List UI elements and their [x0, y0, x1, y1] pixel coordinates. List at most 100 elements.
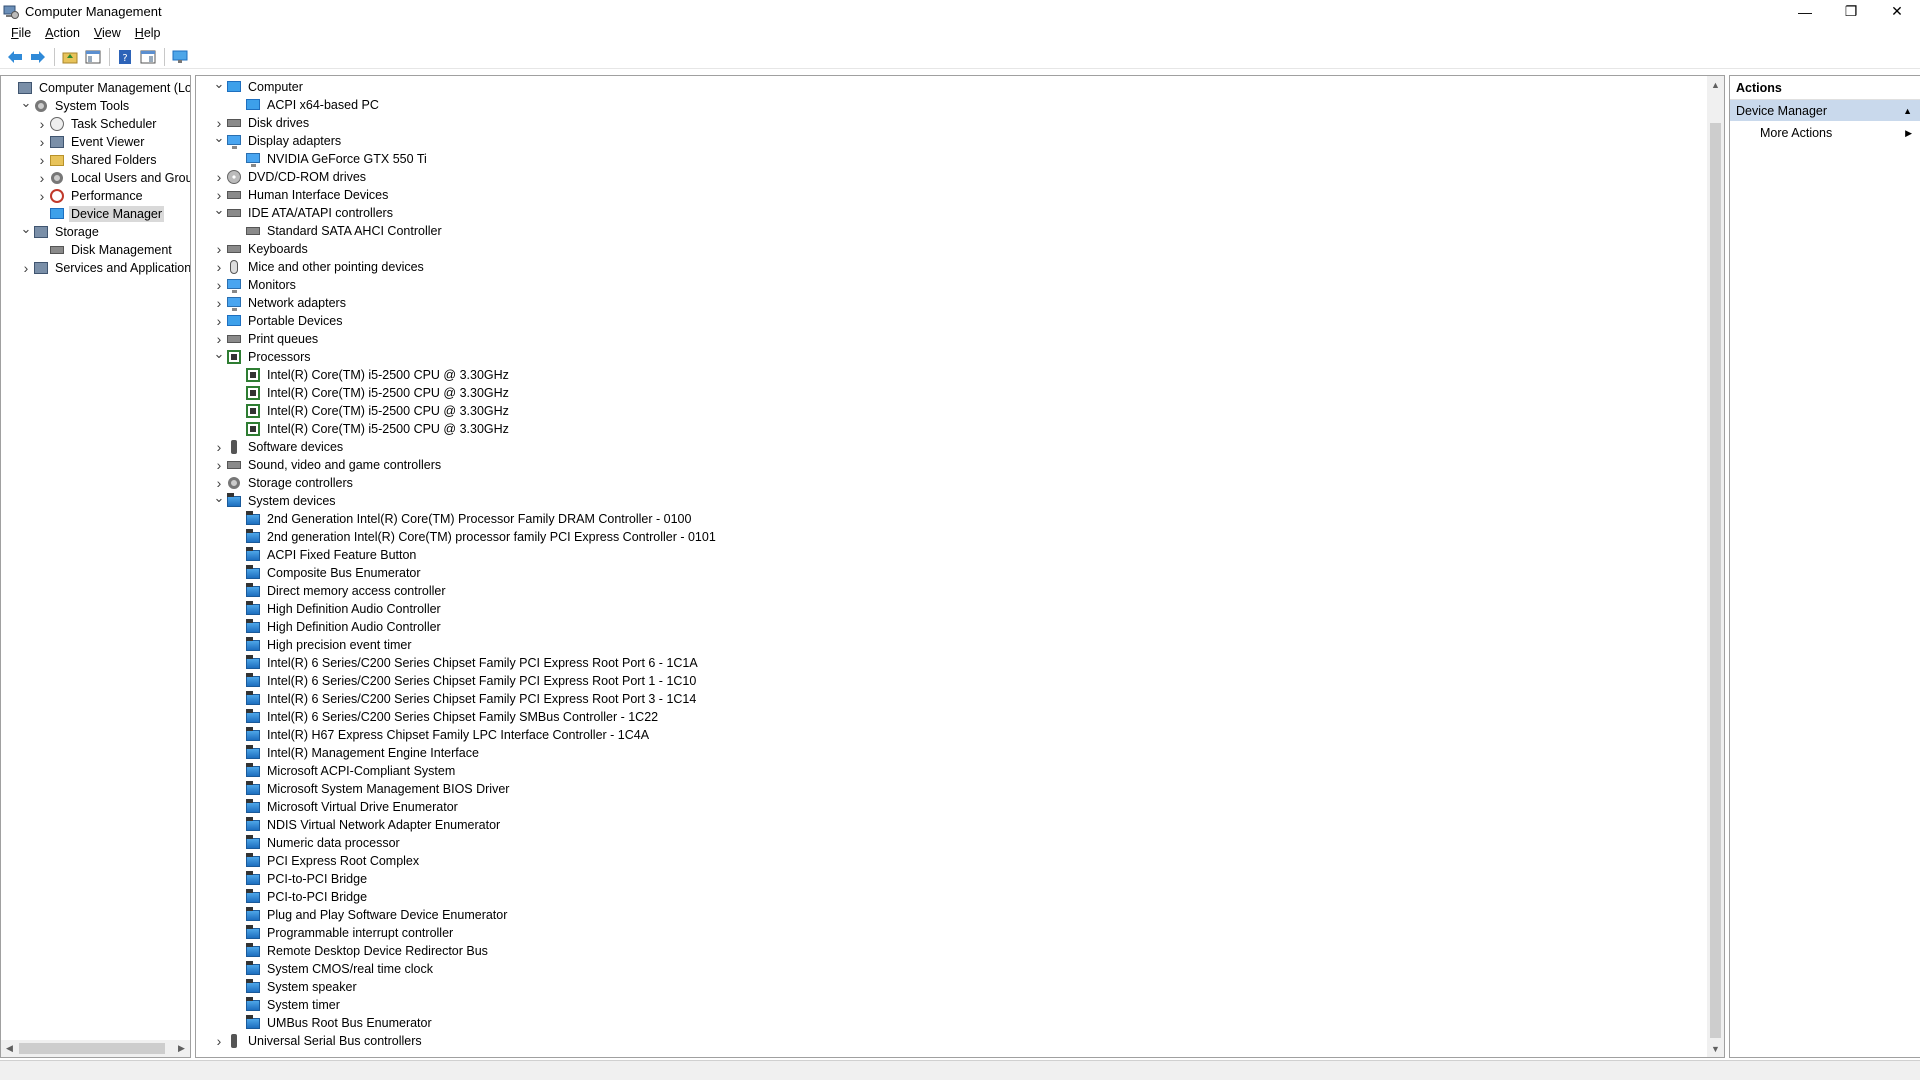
- expand-chevron-icon[interactable]: ›: [35, 169, 49, 187]
- device-tree-item[interactable]: PCI Express Root Complex: [212, 852, 718, 870]
- device-tree-item[interactable]: NVIDIA GeForce GTX 550 Ti: [212, 150, 718, 168]
- device-tree-item[interactable]: Numeric data processor: [212, 834, 718, 852]
- device-tree-item[interactable]: Intel(R) Core(TM) i5-2500 CPU @ 3.30GHz: [212, 420, 718, 438]
- properties-button[interactable]: [137, 47, 159, 67]
- device-tree-item[interactable]: ⌄ Processors: [212, 345, 718, 366]
- device-tree-item[interactable]: Intel(R) Core(TM) i5-2500 CPU @ 3.30GHz: [212, 402, 718, 420]
- device-tree-item[interactable]: System speaker: [212, 978, 718, 996]
- expand-chevron-icon[interactable]: ›: [212, 294, 226, 312]
- scroll-left-icon[interactable]: ◀: [1, 1040, 18, 1057]
- more-actions-item[interactable]: More Actions ▶: [1730, 122, 1920, 144]
- expand-chevron-icon[interactable]: ›: [212, 456, 226, 474]
- menu-view[interactable]: View: [87, 26, 128, 40]
- device-tree-item[interactable]: 2nd generation Intel(R) Core(TM) process…: [212, 528, 718, 546]
- device-tree-item[interactable]: › Print queues: [212, 330, 718, 348]
- console-tree-item[interactable]: › Shared Folders: [3, 151, 190, 169]
- console-tree-item[interactable]: › Event Viewer: [3, 133, 190, 151]
- menu-file[interactable]: File: [4, 26, 38, 40]
- back-button[interactable]: [4, 47, 26, 67]
- device-tree-item[interactable]: Intel(R) 6 Series/C200 Series Chipset Fa…: [212, 654, 718, 672]
- device-tree-item[interactable]: ACPI x64-based PC: [212, 96, 718, 114]
- console-tree-item[interactable]: › Local Users and Groups: [3, 169, 190, 187]
- help-button[interactable]: ?: [114, 47, 136, 67]
- device-tree-item[interactable]: Microsoft Virtual Drive Enumerator: [212, 798, 718, 816]
- collapse-chevron-icon[interactable]: ⌄: [212, 76, 226, 93]
- expand-chevron-icon[interactable]: ›: [212, 168, 226, 186]
- expand-chevron-icon[interactable]: ›: [19, 259, 33, 277]
- expand-chevron-icon[interactable]: ›: [35, 133, 49, 151]
- device-tree-item[interactable]: Direct memory access controller: [212, 582, 718, 600]
- expand-chevron-icon[interactable]: ›: [212, 438, 226, 456]
- expand-chevron-icon[interactable]: ›: [35, 151, 49, 169]
- device-tree-item[interactable]: Plug and Play Software Device Enumerator: [212, 906, 718, 924]
- device-tree-item[interactable]: Intel(R) Management Engine Interface: [212, 744, 718, 762]
- expand-chevron-icon[interactable]: ›: [212, 312, 226, 330]
- device-tree-item[interactable]: › Portable Devices: [212, 312, 718, 330]
- device-tree-item[interactable]: ⌄ System devices: [212, 489, 718, 510]
- device-tree-item[interactable]: Composite Bus Enumerator: [212, 564, 718, 582]
- device-tree-item[interactable]: Programmable interrupt controller: [212, 924, 718, 942]
- scroll-up-icon[interactable]: ▲: [1707, 76, 1724, 93]
- device-tree-item[interactable]: › Software devices: [212, 438, 718, 456]
- device-tree-item[interactable]: High Definition Audio Controller: [212, 618, 718, 636]
- device-tree-item[interactable]: › Sound, video and game controllers: [212, 456, 718, 474]
- device-tree-item[interactable]: PCI-to-PCI Bridge: [212, 888, 718, 906]
- scrollbar-thumb[interactable]: [19, 1043, 165, 1054]
- expand-chevron-icon[interactable]: ›: [212, 240, 226, 258]
- collapse-chevron-icon[interactable]: ⌄: [19, 94, 33, 112]
- device-tree-item[interactable]: NDIS Virtual Network Adapter Enumerator: [212, 816, 718, 834]
- console-tree-item[interactable]: ⌄ System Tools: [3, 94, 190, 115]
- device-tree-item[interactable]: Intel(R) Core(TM) i5-2500 CPU @ 3.30GHz: [212, 366, 718, 384]
- monitor-button[interactable]: [169, 47, 191, 67]
- scroll-down-icon[interactable]: ▼: [1707, 1040, 1724, 1057]
- device-tree-item[interactable]: › Storage controllers: [212, 474, 718, 492]
- device-tree-item[interactable]: › DVD/CD-ROM drives: [212, 168, 718, 186]
- expand-chevron-icon[interactable]: ›: [212, 276, 226, 294]
- device-tree-item[interactable]: › Mice and other pointing devices: [212, 258, 718, 276]
- device-tree-item[interactable]: › Monitors: [212, 276, 718, 294]
- device-tree-item[interactable]: System timer: [212, 996, 718, 1014]
- device-tree-item[interactable]: Remote Desktop Device Redirector Bus: [212, 942, 718, 960]
- minimize-button[interactable]: —: [1782, 0, 1828, 23]
- device-tree-item[interactable]: UMBus Root Bus Enumerator: [212, 1014, 718, 1032]
- device-tree-item[interactable]: Microsoft ACPI-Compliant System: [212, 762, 718, 780]
- collapse-up-icon[interactable]: ▲: [1903, 100, 1912, 122]
- expand-chevron-icon[interactable]: ›: [212, 258, 226, 276]
- console-tree-item[interactable]: ⌄ Storage: [3, 220, 190, 241]
- actions-section-device-manager[interactable]: Device Manager ▲: [1730, 100, 1920, 122]
- expand-chevron-icon[interactable]: ›: [212, 1032, 226, 1050]
- device-tree-item[interactable]: Standard SATA AHCI Controller: [212, 222, 718, 240]
- collapse-chevron-icon[interactable]: ⌄: [212, 345, 226, 363]
- expand-chevron-icon[interactable]: ›: [35, 187, 49, 205]
- device-tree-item[interactable]: › Network adapters: [212, 294, 718, 312]
- up-folder-button[interactable]: [59, 47, 81, 67]
- restore-button[interactable]: ❐: [1828, 0, 1874, 23]
- device-tree-item[interactable]: Intel(R) H67 Express Chipset Family LPC …: [212, 726, 718, 744]
- device-tree-item[interactable]: ACPI Fixed Feature Button: [212, 546, 718, 564]
- console-tree-item[interactable]: › Services and Applications: [3, 259, 190, 277]
- device-tree-item[interactable]: ⌄ Display adapters: [212, 130, 718, 150]
- collapse-chevron-icon[interactable]: ⌄: [212, 201, 226, 219]
- device-tree-item[interactable]: Intel(R) 6 Series/C200 Series Chipset Fa…: [212, 672, 718, 690]
- menu-action[interactable]: Action: [38, 26, 87, 40]
- device-tree-item[interactable]: ⌄ Computer: [212, 76, 718, 96]
- close-button[interactable]: ✕: [1874, 0, 1920, 23]
- device-tree-item[interactable]: 2nd Generation Intel(R) Core(TM) Process…: [212, 510, 718, 528]
- collapse-chevron-icon[interactable]: ⌄: [19, 220, 33, 238]
- device-tree-item[interactable]: › Disk drives: [212, 114, 718, 132]
- console-tree-item[interactable]: › Task Scheduler: [3, 115, 190, 133]
- show-hide-console-tree-button[interactable]: [82, 47, 104, 67]
- collapse-chevron-icon[interactable]: ⌄: [212, 489, 226, 507]
- device-tree-item[interactable]: Intel(R) 6 Series/C200 Series Chipset Fa…: [212, 690, 718, 708]
- expand-chevron-icon[interactable]: ›: [35, 115, 49, 133]
- console-tree-item[interactable]: Disk Management: [3, 241, 190, 259]
- console-tree-item[interactable]: › Performance: [3, 187, 190, 205]
- device-tree-item[interactable]: System CMOS/real time clock: [212, 960, 718, 978]
- device-tree-item[interactable]: ⌄ IDE ATA/ATAPI controllers: [212, 201, 718, 222]
- device-tree-item[interactable]: High precision event timer: [212, 636, 718, 654]
- device-tree-item[interactable]: Intel(R) Core(TM) i5-2500 CPU @ 3.30GHz: [212, 384, 718, 402]
- device-tree-item[interactable]: › Keyboards: [212, 240, 718, 258]
- horizontal-scrollbar[interactable]: ◀ ▶: [1, 1040, 190, 1057]
- device-tree-item[interactable]: High Definition Audio Controller: [212, 600, 718, 618]
- scrollbar-thumb[interactable]: [1710, 123, 1721, 1038]
